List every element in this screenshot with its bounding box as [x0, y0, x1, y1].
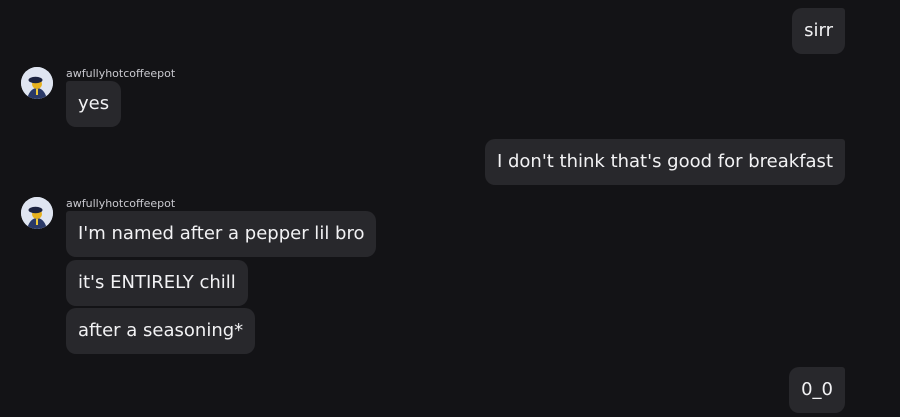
message-text: after a seasoning*	[78, 320, 244, 341]
outgoing-message-bubble[interactable]: I don't think that's good for breakfast	[484, 139, 845, 185]
message-text: yes	[78, 93, 110, 114]
incoming-message-bubble[interactable]: yes	[66, 81, 122, 127]
message-username[interactable]: awfullyhotcoffeepot	[66, 197, 175, 211]
chat-thread: sirr awfullyhotcoffeepot yes I don't thi…	[0, 0, 900, 417]
outgoing-message-bubble[interactable]: 0_0	[789, 367, 845, 413]
user-avatar-icon[interactable]	[21, 197, 53, 229]
user-avatar-icon[interactable]	[21, 67, 53, 99]
incoming-message-bubble[interactable]: after a seasoning*	[66, 308, 256, 354]
outgoing-message-bubble[interactable]: sirr	[792, 8, 845, 54]
incoming-message-bubble[interactable]: I'm named after a pepper lil bro	[66, 211, 377, 257]
message-text: I'm named after a pepper lil bro	[78, 223, 365, 244]
message-text: 0_0	[801, 379, 833, 400]
message-text: sirr	[804, 20, 833, 41]
incoming-message-bubble[interactable]: it's ENTIRELY chill	[66, 260, 248, 306]
message-username[interactable]: awfullyhotcoffeepot	[66, 67, 175, 81]
message-text: I don't think that's good for breakfast	[496, 151, 833, 172]
message-text: it's ENTIRELY chill	[78, 272, 236, 293]
